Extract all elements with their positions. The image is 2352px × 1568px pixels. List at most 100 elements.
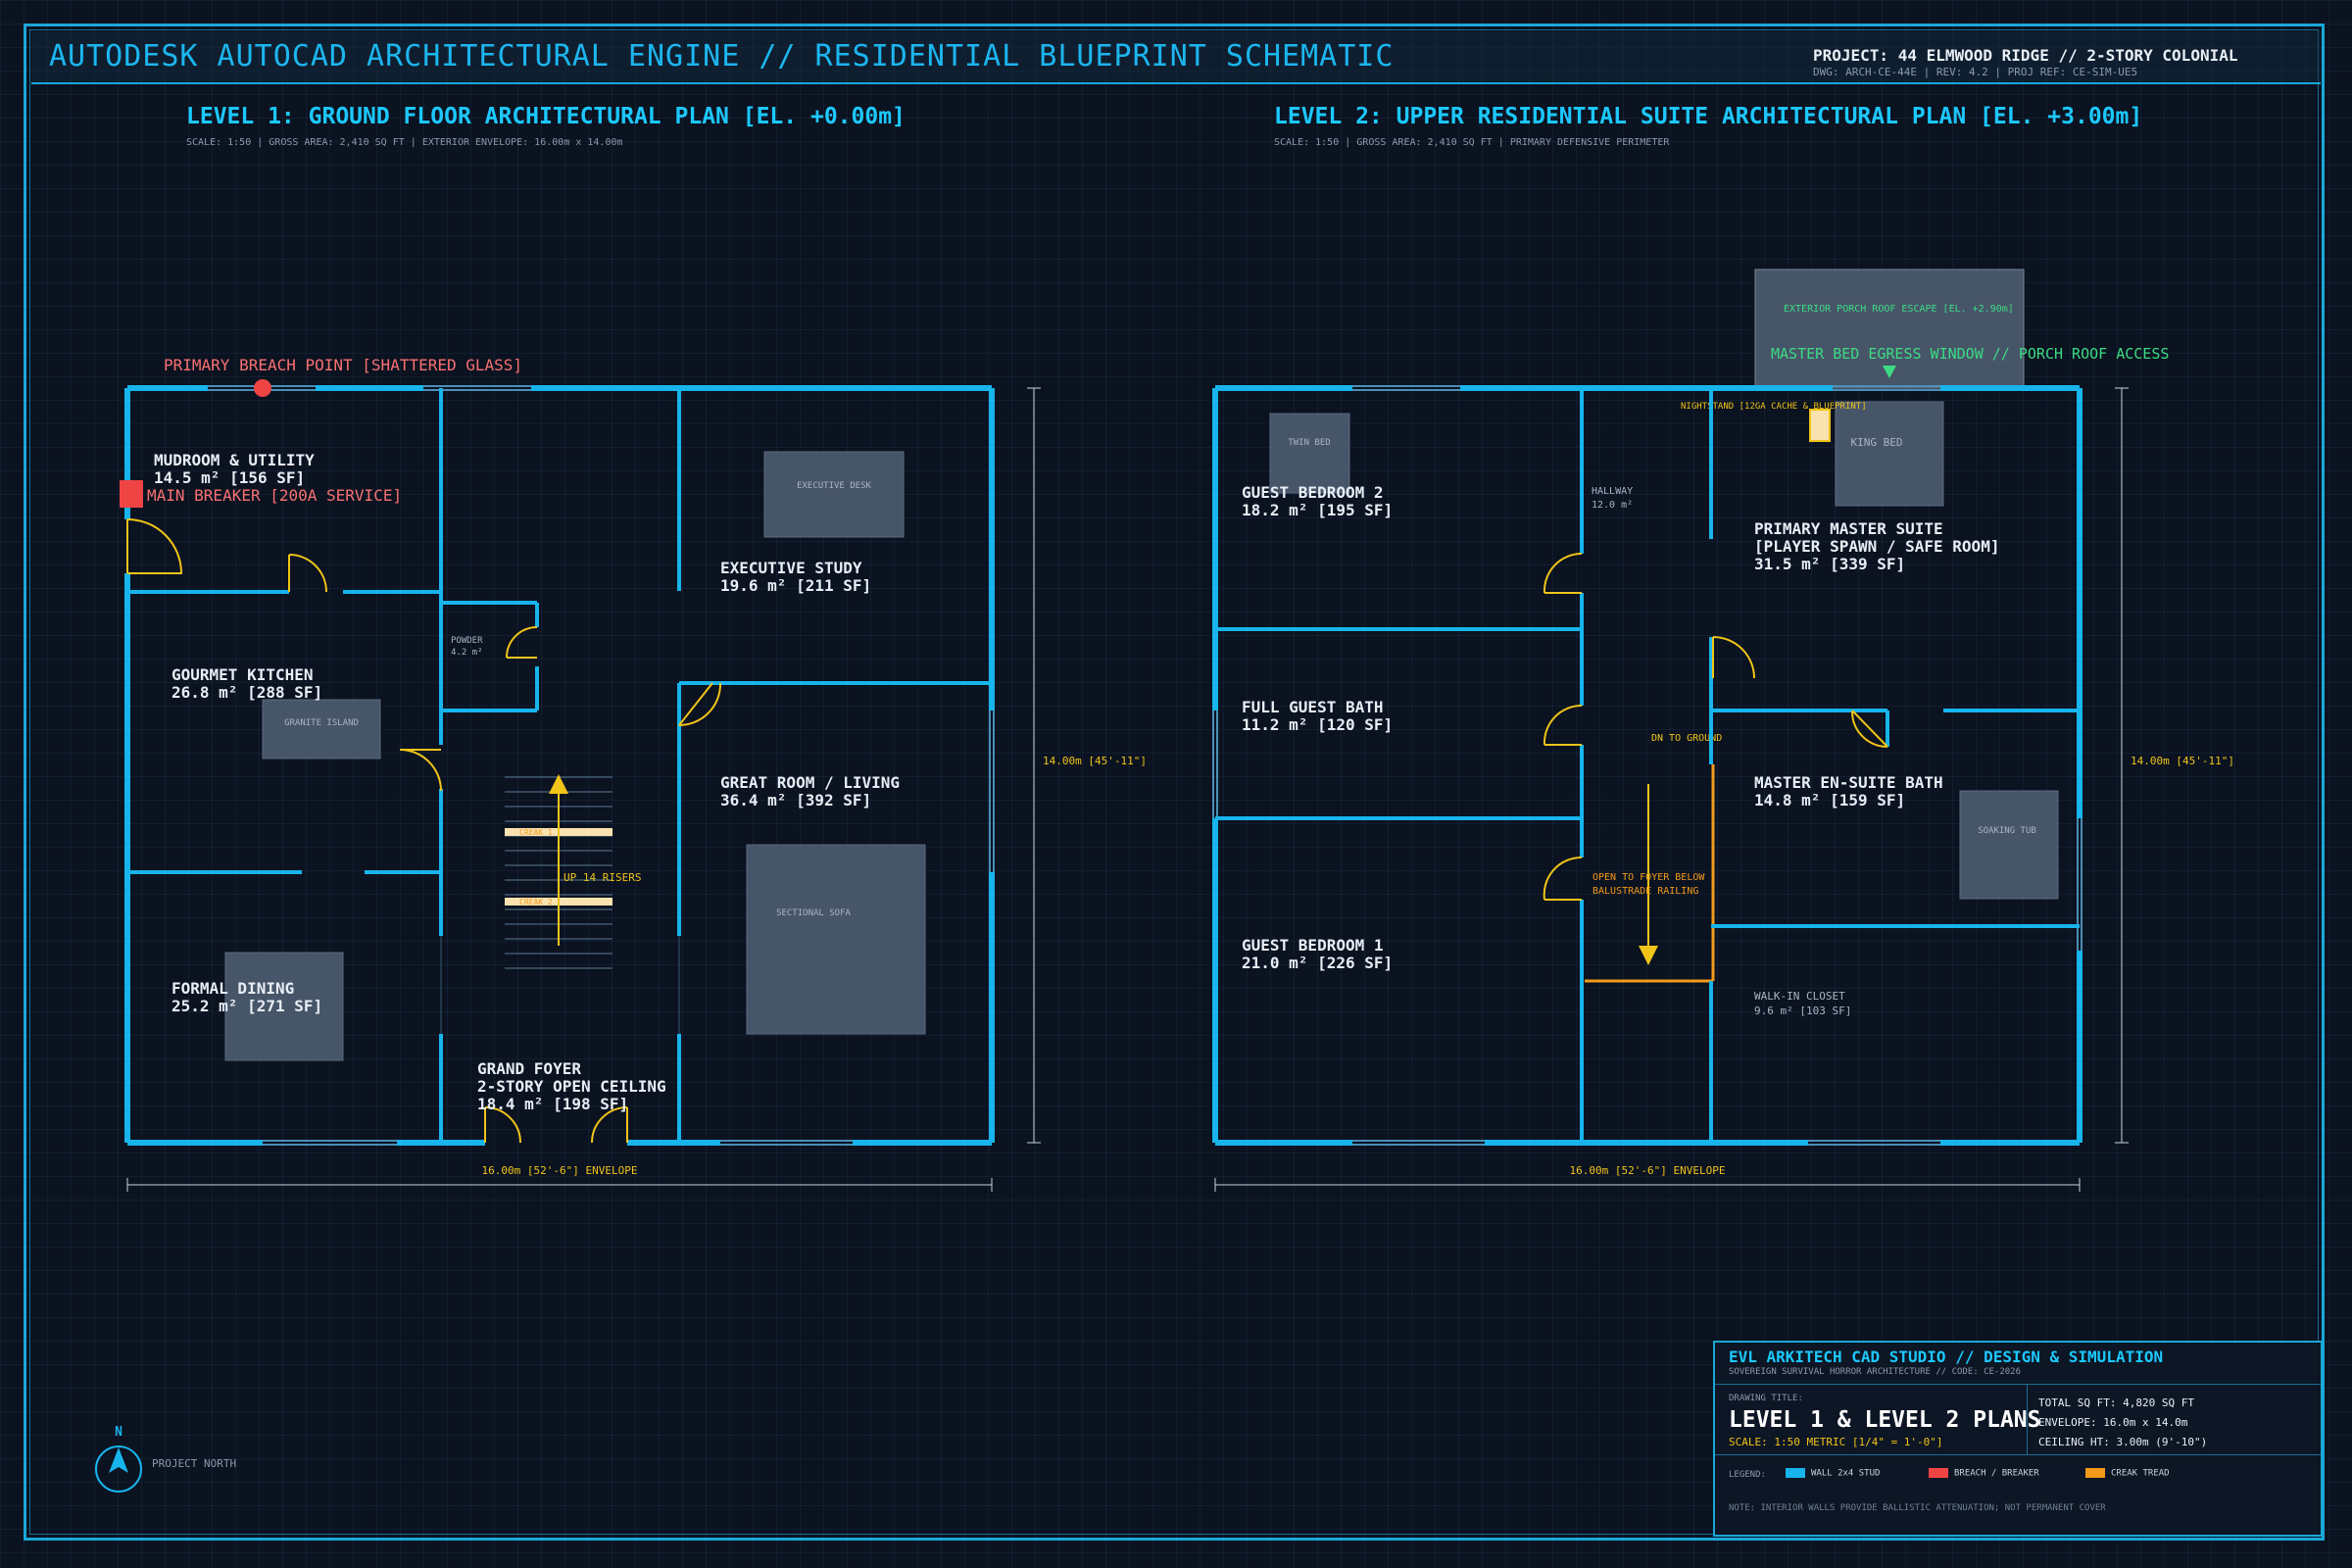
egress-label: MASTER BED EGRESS WINDOW // PORCH ROOF A… xyxy=(1771,345,2169,363)
soaking-tub-label: SOAKING TUB xyxy=(1978,826,2036,836)
porch-roof-label: EXTERIOR PORCH ROOF ESCAPE [EL. +2.90m] xyxy=(1784,304,2014,315)
study-area: 19.6 m² [211 SF] xyxy=(720,576,871,595)
mudroom-exterior-door xyxy=(126,518,183,574)
envelope-size: ENVELOPE: 16.0m x 14.0m xyxy=(2038,1416,2188,1429)
studio-subtitle: SOVEREIGN SURVIVAL HORROR ARCHITECTURE /… xyxy=(1729,1367,2022,1377)
granite-island-label: GRANITE ISLAND xyxy=(284,718,359,728)
level2-depth-dim: 14.00m [45'-11"] xyxy=(2131,755,2234,767)
total-sqft: TOTAL SQ FT: 4,820 SQ FT xyxy=(2038,1396,2194,1409)
guest1-door xyxy=(1543,856,1583,901)
ceiling-height: CEILING HT: 3.00m (9'-10") xyxy=(2038,1436,2208,1448)
kitchen-name: GOURMET KITCHEN xyxy=(172,665,314,684)
level2-doors xyxy=(1543,552,1888,901)
guest1-name: GUEST BEDROOM 1 xyxy=(1242,936,1384,955)
legend-wall-label: WALL 2x4 STUD xyxy=(1811,1468,1881,1479)
level1-depth-dim: 14.00m [45'-11"] xyxy=(1043,755,1147,767)
main-breaker-label: MAIN BREAKER [200A SERVICE] xyxy=(147,486,402,505)
creak-swatch xyxy=(2085,1468,2105,1478)
king-bed xyxy=(1835,401,1944,507)
study-name: EXECUTIVE STUDY xyxy=(720,559,862,577)
guest2-door xyxy=(1543,552,1583,594)
open-foyer-label: OPEN TO FOYER BELOW xyxy=(1592,872,1705,883)
powder-name: POWDER xyxy=(451,636,483,646)
level2-plan: EXTERIOR PORCH ROOF ESCAPE [EL. +2.90m] … xyxy=(1212,269,2234,1192)
hallway-area: 12.0 m² xyxy=(1592,500,1633,511)
master-tag: [PLAYER SPAWN / SAFE ROOM] xyxy=(1754,537,1999,556)
sectional-sofa xyxy=(746,844,926,1035)
creak-tread-1-label: CREAK 1 xyxy=(519,828,553,837)
guest2-area: 18.2 m² [195 SF] xyxy=(1242,501,1393,519)
mudroom-name: MUDROOM & UTILITY xyxy=(154,451,315,469)
twin-bed-label: TWIN BED xyxy=(1288,438,1330,448)
legend-breach: BREACH / BREAKER xyxy=(1929,1468,2039,1479)
level1-doors xyxy=(126,518,722,1144)
ensuite-door xyxy=(1851,710,1888,748)
drawing-scale: SCALE: 1:50 METRIC [1/4" = 1'-0"] xyxy=(1729,1436,1943,1448)
kitchen-door xyxy=(399,749,442,792)
kitchen-area: 26.8 m² [288 SF] xyxy=(172,683,322,702)
stairs-label: UP 14 RISERS xyxy=(564,871,641,884)
level2-width-dim: 16.00m [52'-6"] ENVELOPE xyxy=(1570,1164,1726,1177)
king-bed-label: KING BED xyxy=(1851,436,1903,449)
great-room-name: GREAT ROOM / LIVING xyxy=(720,773,900,792)
studio-name: EVL ARKITECH CAD STUDIO // DESIGN & SIMU… xyxy=(1729,1348,2164,1366)
title-block-divider-h xyxy=(1715,1454,2321,1455)
floor-plans: GRANITE ISLAND EXECUTIVE DESK SECTIONAL … xyxy=(95,269,2234,1493)
wall-swatch xyxy=(1786,1468,1805,1478)
guest-bath-area: 11.2 m² [120 SF] xyxy=(1242,715,1393,734)
executive-desk-label: EXECUTIVE DESK xyxy=(797,481,871,491)
hallway-name: HALLWAY xyxy=(1592,486,1633,497)
breach-point-marker xyxy=(254,379,271,397)
great-room-door xyxy=(678,682,722,726)
guest1-area: 21.0 m² [226 SF] xyxy=(1242,954,1393,972)
foyer-area: 18.4 m² [198 SF] xyxy=(477,1095,628,1113)
compass-n: N xyxy=(115,1425,122,1440)
nightstand xyxy=(1809,409,1831,442)
great-room-area: 36.4 m² [392 SF] xyxy=(720,791,871,809)
level1-open-edges xyxy=(440,936,680,1034)
drawing-title-label: DRAWING TITLE: xyxy=(1729,1394,1803,1403)
bath-door xyxy=(1543,704,1583,746)
sectional-sofa-label: SECTIONAL SOFA xyxy=(776,908,851,918)
legend-breach-label: BREACH / BREAKER xyxy=(1954,1468,2039,1479)
level1-width-dim: 16.00m [52'-6"] ENVELOPE xyxy=(482,1164,638,1177)
ensuite-area: 14.8 m² [159 SF] xyxy=(1754,791,1905,809)
legend-creak: CREAK TREAD xyxy=(2085,1468,2170,1479)
creak-tread-2-label: CREAK 2 xyxy=(519,898,553,906)
legend-wall: WALL 2x4 STUD xyxy=(1786,1468,1880,1479)
granite-island xyxy=(262,699,381,760)
closet-name: WALK-IN CLOSET xyxy=(1754,990,1845,1003)
legend-label: LEGEND: xyxy=(1729,1470,1766,1480)
dining-area: 25.2 m² [271 SF] xyxy=(172,997,322,1015)
mudroom-door xyxy=(288,554,327,593)
master-name: PRIMARY MASTER SUITE xyxy=(1754,519,1943,538)
mudroom-area: 14.5 m² [156 SF] xyxy=(154,468,305,487)
powder-area: 4.2 m² xyxy=(451,648,483,658)
balustrade-label: BALUSTRADE RAILING xyxy=(1592,886,1698,897)
guest-bath-name: FULL GUEST BATH xyxy=(1242,698,1384,716)
title-block-divider xyxy=(2027,1384,2028,1454)
nightstand-label: NIGHTSTAND [12GA CACHE & BLUEPRINT] xyxy=(1681,402,1867,412)
title-block-note: NOTE: INTERIOR WALLS PROVIDE BALLISTIC A… xyxy=(1729,1503,2106,1513)
foyer-desc: 2-STORY OPEN CEILING xyxy=(477,1077,666,1096)
foyer-name: GRAND FOYER xyxy=(477,1059,581,1078)
breach-swatch xyxy=(1929,1468,1948,1478)
north-arrow-icon xyxy=(109,1447,128,1473)
title-block: EVL ARKITECH CAD STUDIO // DESIGN & SIMU… xyxy=(1713,1341,2323,1537)
main-breaker-marker xyxy=(120,480,143,508)
master-door xyxy=(1712,636,1755,679)
legend-creak-label: CREAK TREAD xyxy=(2111,1468,2170,1479)
breach-point-label: PRIMARY BREACH POINT [SHATTERED GLASS] xyxy=(164,356,522,374)
master-area: 31.5 m² [339 SF] xyxy=(1754,555,1905,573)
compass-label: PROJECT NORTH xyxy=(152,1457,237,1470)
ensuite-name: MASTER EN-SUITE BATH xyxy=(1754,773,1943,792)
executive-desk xyxy=(763,451,905,538)
closet-area: 9.6 m² [103 SF] xyxy=(1754,1004,1851,1017)
powder-door xyxy=(506,626,538,659)
drawing-title: LEVEL 1 & LEVEL 2 PLANS xyxy=(1729,1407,2041,1433)
level1-plan: GRANITE ISLAND EXECUTIVE DESK SECTIONAL … xyxy=(120,356,1147,1192)
soaking-tub xyxy=(1959,790,2059,900)
dining-name: FORMAL DINING xyxy=(172,979,294,998)
north-compass: N xyxy=(95,1425,142,1493)
twin-bed xyxy=(1269,413,1350,494)
